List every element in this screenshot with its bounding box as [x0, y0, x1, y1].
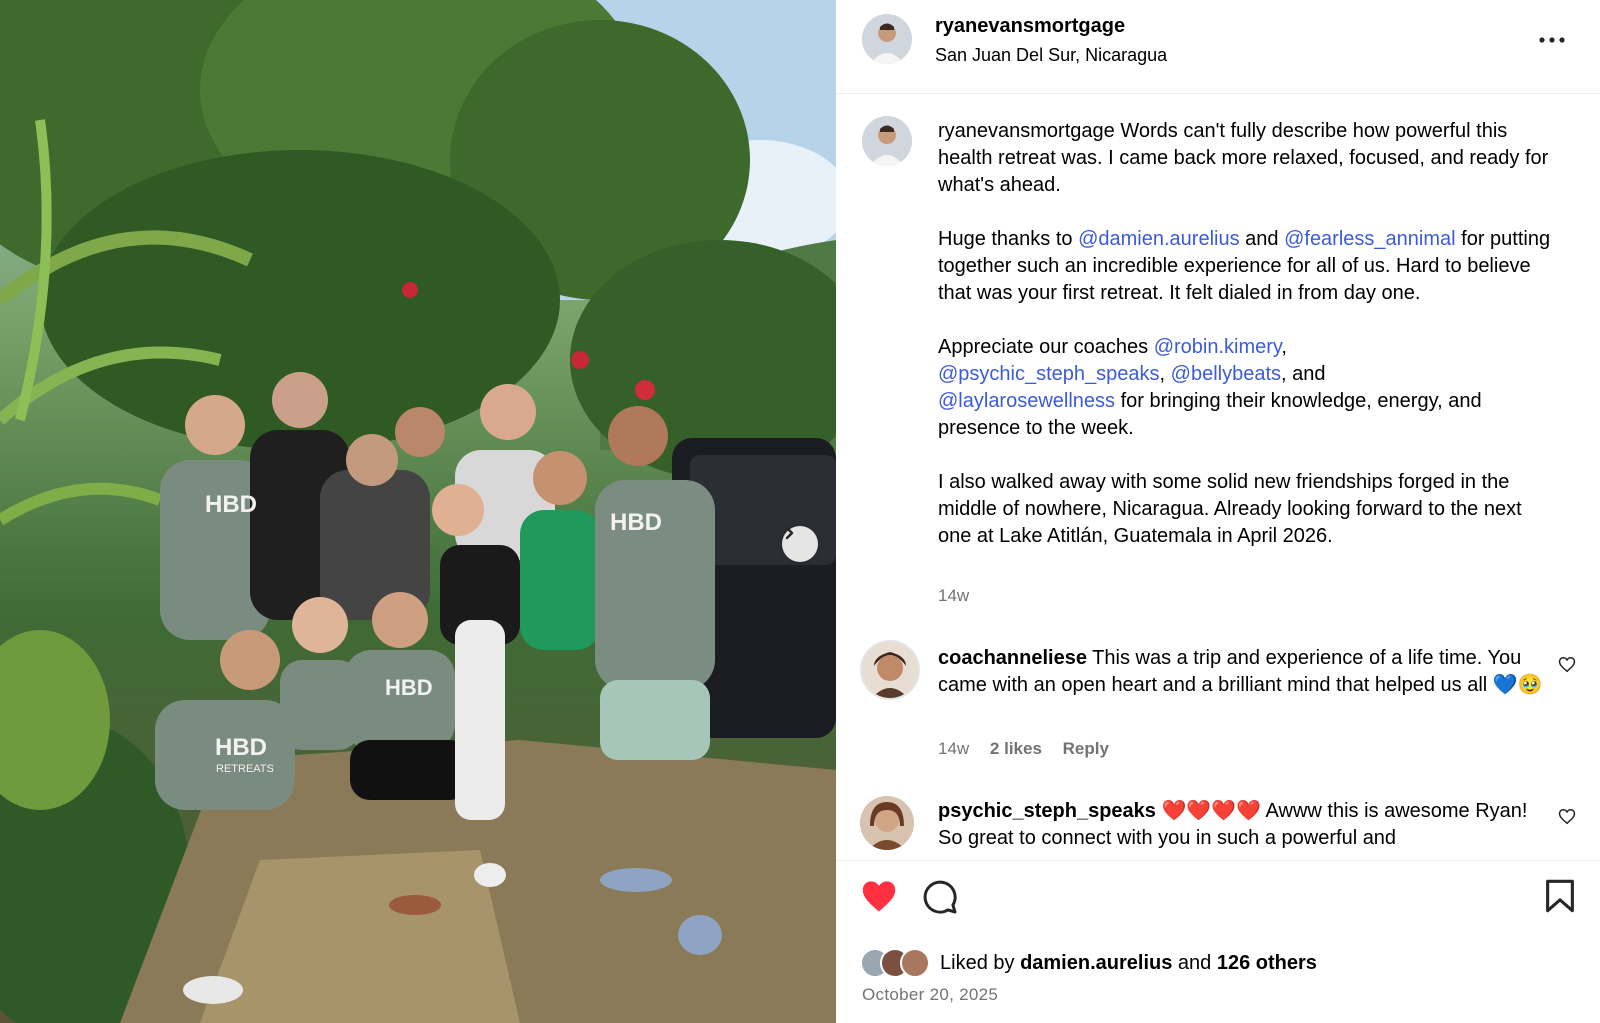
shirt-text-2: HBD [610, 509, 662, 536]
commenter-avatar-image [862, 642, 918, 698]
comment-text: coachanneliese This was a trip and exper… [938, 645, 1544, 699]
post-header: ryanevansmortgage San Juan Del Sur, Nica… [836, 0, 1600, 94]
liked-by-row[interactable]: Liked by damien.aurelius and 126 others [860, 947, 1317, 979]
caption-text: and [1239, 228, 1285, 250]
shirt-text-1: HBD [205, 491, 257, 518]
more-options-button[interactable] [1536, 24, 1568, 56]
caption-text: Appreciate our coaches [938, 336, 1154, 358]
liked-by-and: and [1172, 951, 1217, 974]
like-button[interactable] [860, 879, 898, 918]
caption-text: , [1159, 363, 1171, 385]
comment-button[interactable] [922, 879, 958, 920]
chevron-right-icon [785, 526, 794, 540]
instagram-post-view: HBD HBD HBD HBD RETREATS ryanevansmortga… [0, 0, 1600, 1023]
mention-link[interactable]: @damien.aurelius [1078, 228, 1240, 250]
liked-by-text: Liked by damien.aurelius and 126 others [940, 952, 1317, 975]
mention-link[interactable]: @bellybeats [1171, 363, 1281, 385]
mention-link[interactable]: @fearless_annimal [1284, 228, 1456, 250]
comment-username[interactable]: psychic_steph_speaks [938, 800, 1156, 822]
mention-link[interactable]: @laylarosewellness [938, 390, 1115, 412]
comment-username[interactable]: coachanneliese [938, 647, 1087, 669]
comment-reply-button[interactable]: Reply [1063, 739, 1109, 758]
caption-paragraph-4: I also walked away with some solid new f… [938, 471, 1522, 547]
shirt-subtext: RETREATS [216, 763, 274, 775]
heart-outline-icon [1558, 656, 1576, 673]
liked-by-prefix: Liked by [940, 951, 1021, 974]
post-caption: ryanevansmortgage Words can't fully desc… [938, 118, 1558, 577]
more-dots-icon [1539, 37, 1565, 43]
comment-like-button[interactable] [1558, 656, 1576, 678]
comment-meta: 14w 2 likes Reply [938, 739, 1125, 759]
caption-text: , [1281, 336, 1287, 358]
shirt-text-4: HBD [385, 675, 433, 700]
post-details-panel: ryanevansmortgage San Juan Del Sur, Nica… [836, 0, 1600, 1023]
liker-avatar [900, 948, 930, 978]
comment-likes-count[interactable]: 2 likes [990, 739, 1042, 758]
caption-text: , and [1281, 363, 1326, 385]
comment-text: psychic_steph_speaks ❤️❤️❤️❤️ Awww this … [938, 798, 1544, 852]
post-date[interactable]: October 20, 2025 [862, 985, 998, 1005]
save-button[interactable] [1544, 879, 1576, 918]
commenter-avatar[interactable] [860, 640, 920, 700]
caption-avatar-image [862, 116, 912, 166]
speech-bubble-icon [923, 880, 957, 914]
commenter-avatar-image [860, 796, 914, 850]
carousel-next-button[interactable] [782, 526, 818, 562]
mention-link[interactable]: @psychic_steph_speaks [938, 363, 1160, 385]
comment-like-button[interactable] [1558, 808, 1576, 830]
likes-count[interactable]: 126 others [1217, 952, 1317, 974]
caption-author-avatar[interactable] [862, 116, 912, 166]
post-location[interactable]: San Juan Del Sur, Nicaragua [935, 45, 1167, 66]
author-avatar[interactable] [862, 14, 912, 64]
author-username[interactable]: ryanevansmortgage [935, 15, 1125, 38]
comments-scroll-area[interactable]: ryanevansmortgage Words can't fully desc… [836, 94, 1600, 859]
caption-text: Huge thanks to [938, 228, 1079, 250]
shirt-text-3: HBD [215, 734, 267, 761]
bookmark-icon [1546, 879, 1574, 913]
author-avatar-image [862, 14, 912, 64]
group-photo-illustration: HBD HBD HBD HBD RETREATS [0, 0, 836, 1023]
commenter-avatar[interactable] [860, 796, 914, 850]
caption-timestamp[interactable]: 14w [938, 586, 969, 606]
comment-timestamp[interactable]: 14w [938, 739, 969, 758]
post-photo[interactable]: HBD HBD HBD HBD RETREATS [0, 0, 836, 1023]
post-actions: Liked by damien.aurelius and 126 others … [836, 860, 1600, 1023]
heart-filled-icon [862, 881, 896, 912]
mention-link[interactable]: @robin.kimery [1154, 336, 1282, 358]
heart-outline-icon [1558, 808, 1576, 825]
caption-username[interactable]: ryanevansmortgage [938, 120, 1115, 142]
liked-by-user[interactable]: damien.aurelius [1020, 952, 1172, 974]
